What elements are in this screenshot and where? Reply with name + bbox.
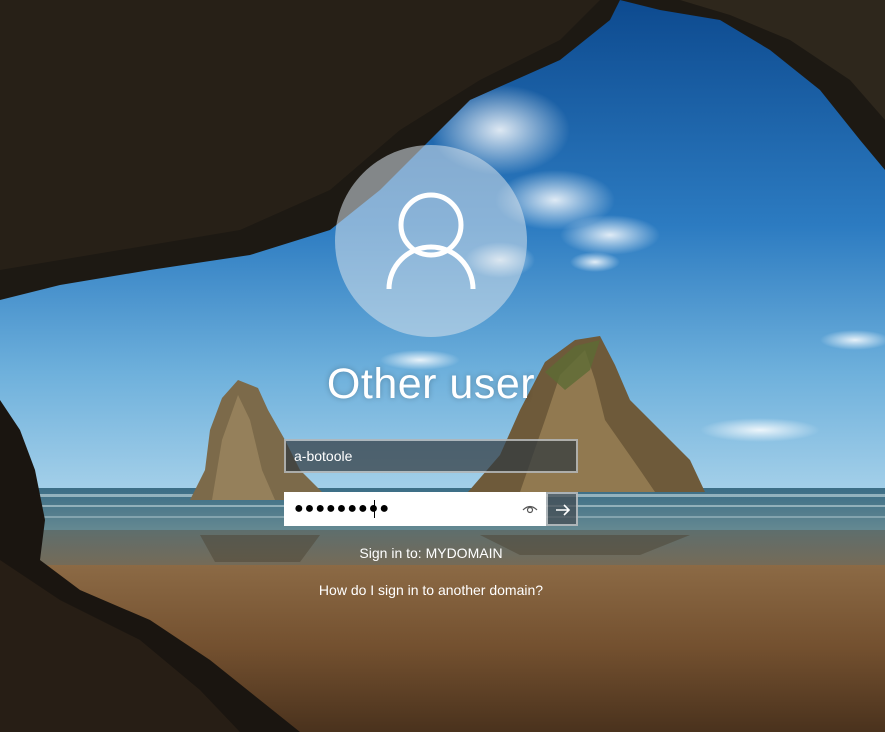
password-input[interactable] — [284, 492, 546, 526]
user-display-name: Other user — [326, 360, 536, 408]
arrow-right-icon — [556, 504, 571, 516]
eye-icon[interactable] — [521, 501, 539, 517]
submit-button[interactable] — [546, 492, 578, 526]
password-row — [284, 492, 578, 526]
user-silhouette-icon — [386, 192, 476, 290]
other-domain-link[interactable]: How do I sign in to another domain? — [230, 581, 632, 599]
lock-screen: Other user Sign in to: MYDOMAIN How do I… — [0, 0, 885, 732]
text-caret — [374, 500, 375, 518]
sign-in-domain-text: Sign in to: MYDOMAIN — [359, 545, 503, 561]
user-avatar — [335, 145, 527, 337]
username-input[interactable] — [284, 439, 578, 473]
